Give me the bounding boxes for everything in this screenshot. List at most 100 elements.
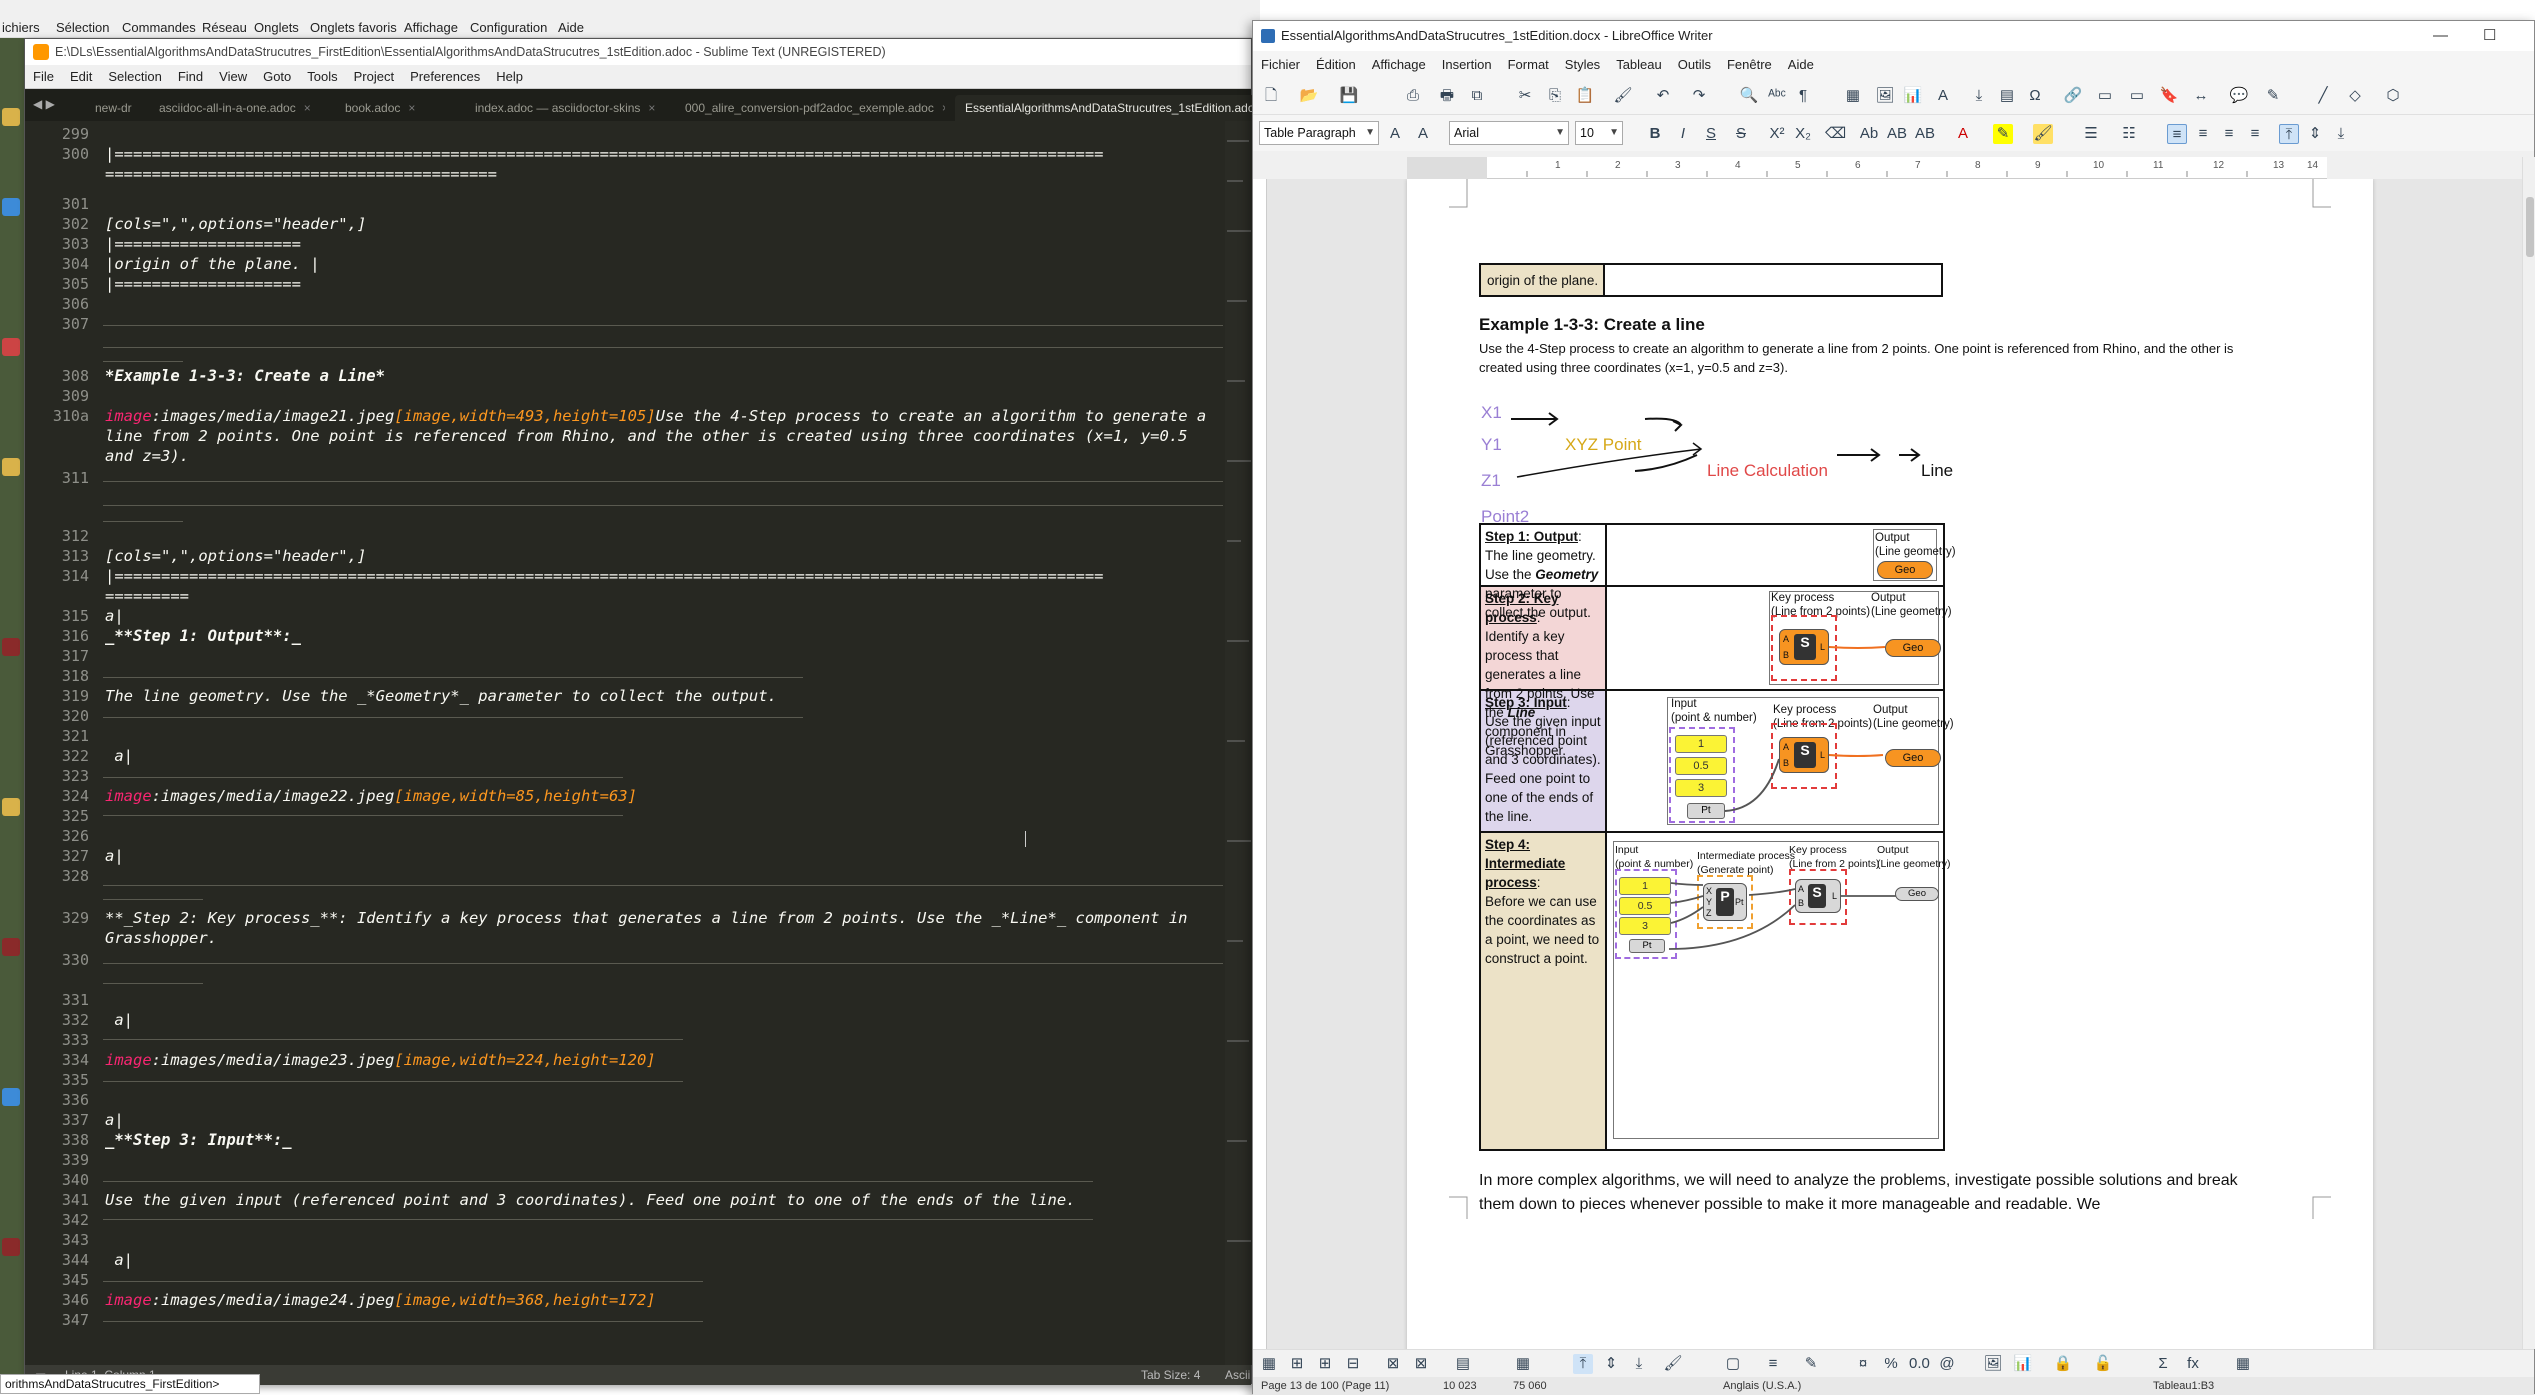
menu-tableau[interactable]: Tableau	[1608, 51, 1670, 72]
minimap[interactable]	[1225, 121, 1253, 1365]
merge-cells-icon[interactable]: ⊠	[1383, 1354, 1403, 1374]
insert-line-icon[interactable]: ╱	[2313, 86, 2333, 106]
formatting-marks-icon[interactable]: ¶	[1793, 86, 1813, 106]
superscript-icon[interactable]: X²	[1767, 124, 1787, 144]
export-pdf-icon[interactable]: ⎙	[1403, 86, 1423, 106]
tab-book-adoc[interactable]: book.adoc ×	[335, 95, 455, 121]
print-icon[interactable]: 🖶	[1437, 86, 1457, 106]
menu-format[interactable]: Format	[1500, 51, 1557, 72]
insert-col-icon[interactable]: ⊞	[1315, 1354, 1335, 1374]
insert-table-icon[interactable]: ▦	[1843, 86, 1863, 106]
number-recognition-icon[interactable]: @	[1937, 1354, 1957, 1374]
close-icon[interactable]: ×	[648, 101, 655, 115]
folder-icon[interactable]	[2, 798, 20, 816]
border-color-icon[interactable]: ✎	[1801, 1354, 1821, 1374]
border-style-icon[interactable]: ≡	[1763, 1354, 1783, 1374]
italic-icon[interactable]: I	[1673, 124, 1693, 144]
app-icon[interactable]	[2, 1238, 20, 1256]
table-cell-top-right[interactable]	[1603, 263, 1943, 297]
strikethrough-icon[interactable]: S	[1731, 124, 1751, 144]
menu-find[interactable]: Find	[170, 65, 211, 84]
insert-comment-icon[interactable]: 💬	[2229, 86, 2249, 106]
save-icon[interactable]: 💾	[1339, 86, 1359, 106]
menu-selection[interactable]: Selection	[100, 65, 169, 84]
sum-icon[interactable]: Σ	[2153, 1354, 2173, 1374]
paste-icon[interactable]: 📋	[1575, 86, 1595, 106]
menu-help[interactable]: Help	[488, 65, 531, 84]
char-background-icon[interactable]: 🖌	[2033, 124, 2053, 144]
app-icon[interactable]	[2, 198, 20, 216]
align-middle-icon[interactable]: ⇕	[2305, 124, 2325, 144]
draw-functions-icon[interactable]: ⬡	[2383, 86, 2403, 106]
numbering-icon[interactable]: ☷	[2119, 124, 2139, 144]
open-icon[interactable]: 📂	[1299, 86, 1319, 106]
menu-fenetre[interactable]: Fenêtre	[1719, 51, 1780, 72]
menu-tools[interactable]: Tools	[299, 65, 345, 84]
bullets-icon[interactable]: ☰	[2081, 124, 2101, 144]
delete-row-icon[interactable]: ⊟	[1343, 1354, 1363, 1374]
insert-textbox-icon[interactable]: A	[1933, 86, 1953, 106]
document-canvas[interactable]: origin of the plane. Example 1-3-3: Crea…	[1267, 179, 2522, 1349]
number-format-percent-icon[interactable]: %	[1881, 1354, 1901, 1374]
outline-icon[interactable]: AB	[1887, 124, 1907, 144]
align-center-icon[interactable]: ≡	[2193, 124, 2213, 144]
align-bottom-icon[interactable]: ⤓	[2331, 124, 2351, 144]
number-format-decimal-icon[interactable]: 0.0	[1909, 1354, 1930, 1374]
bg-menu-item[interactable]: Onglets	[254, 20, 299, 35]
insert-row-icon[interactable]: ⊞	[1287, 1354, 1307, 1374]
close-icon[interactable]: ×	[942, 101, 945, 115]
insert-footnote-icon[interactable]: ▭	[2095, 86, 2115, 106]
table-bg-color-icon[interactable]: 🖌	[1663, 1354, 1683, 1374]
bg-menu-item[interactable]: Onglets favoris	[310, 20, 397, 35]
tab-asciidoc-all-in-one[interactable]: asciidoc-all-in-a-one.adoc ×	[149, 95, 325, 121]
menu-aide[interactable]: Aide	[1780, 51, 1822, 72]
font-name-select[interactable]: Arial ▼	[1449, 121, 1569, 145]
table-properties-icon[interactable]: ▦	[2233, 1354, 2253, 1374]
new-style-icon[interactable]: A	[1413, 124, 1433, 144]
paragraph-style-select[interactable]: Table Paragraph ▼	[1259, 121, 1379, 145]
undo-icon[interactable]: ↶	[1653, 86, 1673, 106]
optimize-icon[interactable]: ▤	[1453, 1354, 1473, 1374]
table-icon[interactable]: ▦	[1259, 1354, 1279, 1374]
app-icon[interactable]	[2, 638, 20, 656]
folder-icon[interactable]	[2, 108, 20, 126]
insert-bookmark-icon[interactable]: 🔖	[2159, 86, 2179, 106]
bg-menu-item[interactable]: ichiers	[2, 20, 40, 35]
horizontal-ruler[interactable]: 1 2 3 4 5 6 7 8 9 10 11 12 13 14	[1407, 157, 2327, 179]
insert-caption-icon[interactable]: 🖼	[1983, 1354, 2003, 1374]
align-center-icon[interactable]: ⇕	[1601, 1354, 1621, 1374]
insert-field-icon[interactable]: ▤	[1997, 86, 2017, 106]
font-size-select[interactable]: 10 ▼	[1575, 121, 1623, 145]
track-changes-icon[interactable]: ✎	[2263, 86, 2283, 106]
shadow-icon[interactable]: Ab	[1859, 124, 1879, 144]
spelling-icon[interactable]: ᴬᵇᶜ	[1767, 86, 1787, 106]
bg-menu-item[interactable]: Commandes	[122, 20, 196, 35]
align-bottom-icon[interactable]: ⤓	[1629, 1354, 1649, 1374]
syntax-name[interactable]: Ascii	[1225, 1365, 1250, 1385]
tab-size[interactable]: Tab Size: 4	[1141, 1365, 1200, 1385]
menu-fichier[interactable]: Fichier	[1253, 51, 1308, 72]
justify-icon[interactable]: ≡	[2245, 124, 2265, 144]
menu-project[interactable]: Project	[346, 65, 402, 84]
clone-format-icon[interactable]: 🖌	[1613, 86, 1633, 106]
app-icon[interactable]	[2, 1088, 20, 1106]
menu-goto[interactable]: Goto	[255, 65, 299, 84]
update-style-icon[interactable]: A	[1385, 124, 1405, 144]
cut-icon[interactable]: ✂	[1515, 86, 1535, 106]
insert-chart-icon[interactable]: 📊	[1903, 86, 1923, 106]
protect-cells-icon[interactable]: 🔒	[2053, 1354, 2073, 1374]
app-icon[interactable]	[2, 938, 20, 956]
tab-essential-algorithms[interactable]: EssentialAlgorithmsAndDataStrucutres_1st…	[955, 95, 1255, 121]
tab-index-adoc[interactable]: index.adoc — asciidoctor-skins ×	[465, 95, 665, 121]
bg-menu-item[interactable]: Réseau	[202, 20, 247, 35]
copy-icon[interactable]: ⎘	[1545, 86, 1565, 106]
insert-page-break-icon[interactable]: ⤓	[1969, 86, 1989, 106]
menu-affichage[interactable]: Affichage	[1364, 51, 1434, 72]
basic-shapes-icon[interactable]: ◇	[2345, 86, 2365, 106]
menu-view[interactable]: View	[211, 65, 255, 84]
formula-icon[interactable]: fx	[2183, 1354, 2203, 1374]
bg-menu-item[interactable]: Affichage	[404, 20, 458, 35]
insert-hyperlink-icon[interactable]: 🔗	[2063, 86, 2083, 106]
menu-edit[interactable]: Edit	[62, 65, 100, 84]
bold-icon[interactable]: B	[1645, 124, 1665, 144]
